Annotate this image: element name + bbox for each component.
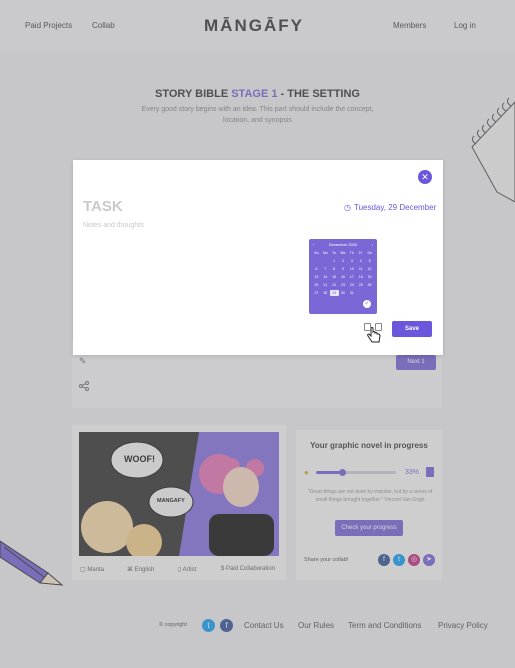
calendar-next-icon[interactable]: › [372,242,373,247]
calendar-day[interactable]: 28 [321,290,330,296]
calendar-day[interactable]: 24 [347,282,356,288]
attachment-icon[interactable] [364,323,371,331]
notes-input[interactable]: Notes and thoughts [83,222,144,229]
calendar-day[interactable]: 5 [365,258,374,264]
calendar-small-icon[interactable] [375,323,382,331]
calendar-day [356,290,365,296]
task-modal [73,160,443,355]
calendar-month: December 2020 [328,242,358,247]
calendar-weekday: Mo [322,251,328,255]
calendar-day[interactable]: 3 [347,258,356,264]
calendar-day[interactable]: 4 [356,258,365,264]
calendar-day[interactable]: 12 [365,266,374,272]
date-picker-toggle[interactable]: ◷ Tuesday, 29 December [344,203,436,212]
calendar-day[interactable]: 21 [321,282,330,288]
calendar-weekday: Fr [359,251,363,255]
calendar-day[interactable]: 15 [330,274,339,280]
calendar-day[interactable]: 7 [321,266,330,272]
calendar-day[interactable]: 20 [312,282,321,288]
calendar-day[interactable]: 10 [347,266,356,272]
calendar-day [321,258,330,264]
calendar-day[interactable]: 29 [329,290,339,296]
calendar-day[interactable]: 8 [330,266,339,272]
calendar-weekday: Th [349,251,354,255]
save-button[interactable]: Save [392,321,432,337]
calendar-day[interactable]: 9 [339,266,348,272]
calendar-day[interactable]: 1 [330,258,339,264]
calendar-weekday: We [340,251,346,255]
calendar-day[interactable]: 19 [365,274,374,280]
clock-icon: ◷ [344,203,351,212]
calendar-weekday: Su [314,251,319,255]
calendar-day [365,290,374,296]
calendar-day[interactable]: 6 [312,266,321,272]
calendar-day[interactable]: 18 [356,274,365,280]
task-title[interactable]: TASK [83,198,123,215]
calendar-day[interactable]: 25 [356,282,365,288]
calendar-day[interactable]: 16 [339,274,348,280]
calendar-weekday: Tu [332,251,337,255]
calendar-day[interactable]: 30 [339,290,348,296]
close-icon[interactable]: ✕ [418,170,432,184]
calendar-day[interactable]: 23 [339,282,348,288]
calendar-day[interactable]: 2 [339,258,348,264]
date-label: Tuesday, 29 December [353,203,437,212]
calendar-day[interactable]: 22 [330,282,339,288]
calendar-day[interactable]: 26 [365,282,374,288]
calendar-day[interactable]: 31 [347,290,356,296]
calendar-day[interactable]: 13 [312,274,321,280]
calendar-grid: Su Mo Tu We Th Fr Sa 1 2 3 4 5 6 7 8 9 10 11 12 13 14 15 16 17 1… [312,250,374,296]
calendar-weekday: Sa [367,251,372,255]
calendar-day[interactable]: 14 [321,274,330,280]
calendar-day[interactable]: 17 [347,274,356,280]
calendar-day [312,258,321,264]
calendar-confirm-icon[interactable]: ✓ [363,300,371,308]
calendar-day[interactable]: 27 [312,290,321,296]
calendar-day[interactable]: 11 [356,266,365,272]
